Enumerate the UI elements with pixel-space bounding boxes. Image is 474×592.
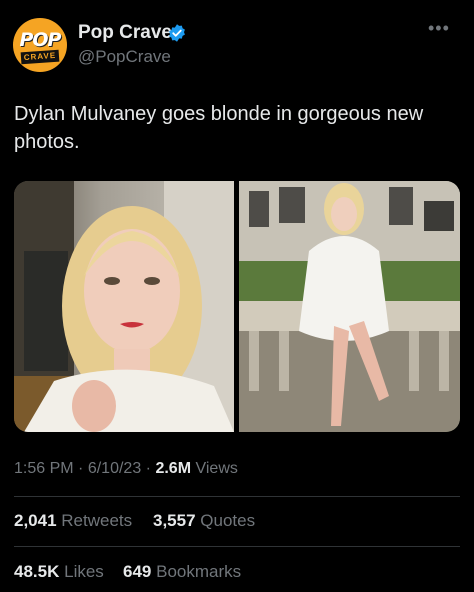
balcony-photo-illustration <box>239 181 460 432</box>
verified-badge-icon <box>169 24 185 42</box>
tweet-time[interactable]: 1:56 PM <box>14 460 74 477</box>
avatar-logo-subtext: CRAVE <box>20 49 60 65</box>
media-grid <box>14 181 460 432</box>
tweet-text: Dylan Mulvaney goes blonde in gorgeous n… <box>14 103 424 153</box>
more-options-icon[interactable]: ••• <box>428 18 450 39</box>
retweets-label: Retweets <box>61 511 133 530</box>
like-count: 48.5K <box>14 562 60 581</box>
avatar-logo-text: POP <box>19 29 61 51</box>
quotes-stat[interactable]: 3,557 Quotes <box>153 511 255 531</box>
divider <box>14 546 460 547</box>
view-count: 2.6M <box>155 460 192 477</box>
quotes-label: Quotes <box>200 511 256 530</box>
photo-left[interactable] <box>14 181 234 432</box>
account-name[interactable]: Pop Crave <box>78 22 172 44</box>
likes-label: Likes <box>64 562 104 581</box>
account-handle[interactable]: @PopCrave <box>78 47 171 67</box>
tweet-meta: 1:56 PM · 6/10/23 · 2.6M Views <box>14 460 238 478</box>
divider <box>14 496 460 497</box>
tweet-date[interactable]: 6/10/23 <box>88 460 141 477</box>
meta-separator: · <box>145 460 156 477</box>
portrait-photo-illustration <box>14 181 234 432</box>
bookmark-count: 649 <box>123 562 152 581</box>
quote-count: 3,557 <box>153 511 196 530</box>
bookmarks-stat[interactable]: 649 Bookmarks <box>123 562 241 582</box>
meta-separator: · <box>78 460 88 477</box>
avatar[interactable]: POP CRAVE <box>13 18 67 72</box>
likes-stat[interactable]: 48.5K Likes <box>14 562 104 582</box>
retweets-stat[interactable]: 2,041 Retweets <box>14 511 132 531</box>
retweet-count: 2,041 <box>14 511 57 530</box>
bookmarks-label: Bookmarks <box>156 562 242 581</box>
photo-right[interactable] <box>239 181 460 432</box>
views-label: Views <box>195 460 238 477</box>
